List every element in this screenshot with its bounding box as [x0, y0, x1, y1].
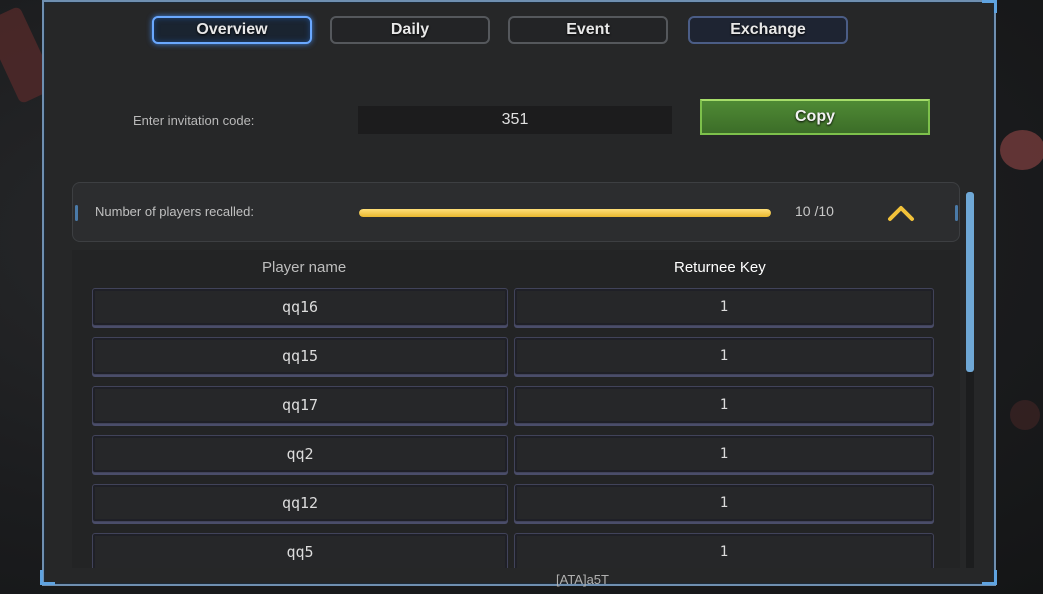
table-row: qq15 1	[92, 337, 936, 377]
bar-edge-mark	[75, 205, 78, 221]
tab-bar: Overview Daily Event Exchange	[0, 16, 1043, 48]
tab-daily[interactable]: Daily	[330, 16, 490, 44]
scrollbar-thumb[interactable]	[966, 192, 974, 372]
recall-summary-bar: Number of players recalled: 10 /10	[72, 182, 960, 242]
table-row: qq17 1	[92, 386, 936, 426]
player-name-cell: qq16	[92, 288, 508, 326]
bar-edge-mark	[955, 205, 958, 221]
panel-corner	[982, 570, 997, 585]
table-scrollbar[interactable]	[966, 192, 974, 568]
invitation-code-label: Enter invitation code:	[133, 113, 255, 128]
returnee-key-cell: 1	[514, 386, 934, 424]
table-row: qq2 1	[92, 435, 936, 475]
background-decoration	[1010, 400, 1040, 430]
player-name-cell: qq12	[92, 484, 508, 522]
invitation-code-field[interactable]: 351	[358, 106, 672, 134]
table-row: qq12 1	[92, 484, 936, 524]
recall-progress-fill	[359, 209, 771, 217]
table-row: qq5 1	[92, 533, 936, 568]
panel-corner	[982, 0, 997, 13]
column-header-returnee-key: Returnee Key	[674, 259, 766, 276]
copy-button[interactable]: Copy	[700, 99, 930, 135]
player-name-cell: qq5	[92, 533, 508, 568]
chevron-up-icon	[888, 206, 914, 221]
recalled-players-count: 10 /10	[795, 203, 834, 219]
panel-corner	[40, 570, 55, 585]
table-body: qq16 1 qq15 1 qq17 1 qq2 1 qq12 1 qq5 1	[92, 288, 936, 568]
background-decoration	[1000, 130, 1043, 170]
returnee-key-cell: 1	[514, 337, 934, 375]
column-header-player-name: Player name	[262, 259, 347, 276]
recalled-players-label: Number of players recalled:	[95, 204, 254, 219]
tab-exchange[interactable]: Exchange	[688, 16, 848, 44]
returnee-key-cell: 1	[514, 288, 934, 326]
table-row: qq16 1	[92, 288, 936, 328]
returnee-key-cell: 1	[514, 484, 934, 522]
returnee-key-cell: 1	[514, 435, 934, 473]
player-name-cell: qq15	[92, 337, 508, 375]
recall-progress-bar	[359, 209, 771, 217]
player-name-cell: qq2	[92, 435, 508, 473]
collapse-button[interactable]	[881, 197, 921, 229]
tab-overview[interactable]: Overview	[152, 16, 312, 44]
recalled-players-table: Player name Returnee Key qq16 1 qq15 1 q…	[72, 250, 960, 568]
returnee-key-cell: 1	[514, 533, 934, 568]
tab-event[interactable]: Event	[508, 16, 668, 44]
player-tag: [ATA]a5T	[556, 572, 609, 587]
player-name-cell: qq17	[92, 386, 508, 424]
